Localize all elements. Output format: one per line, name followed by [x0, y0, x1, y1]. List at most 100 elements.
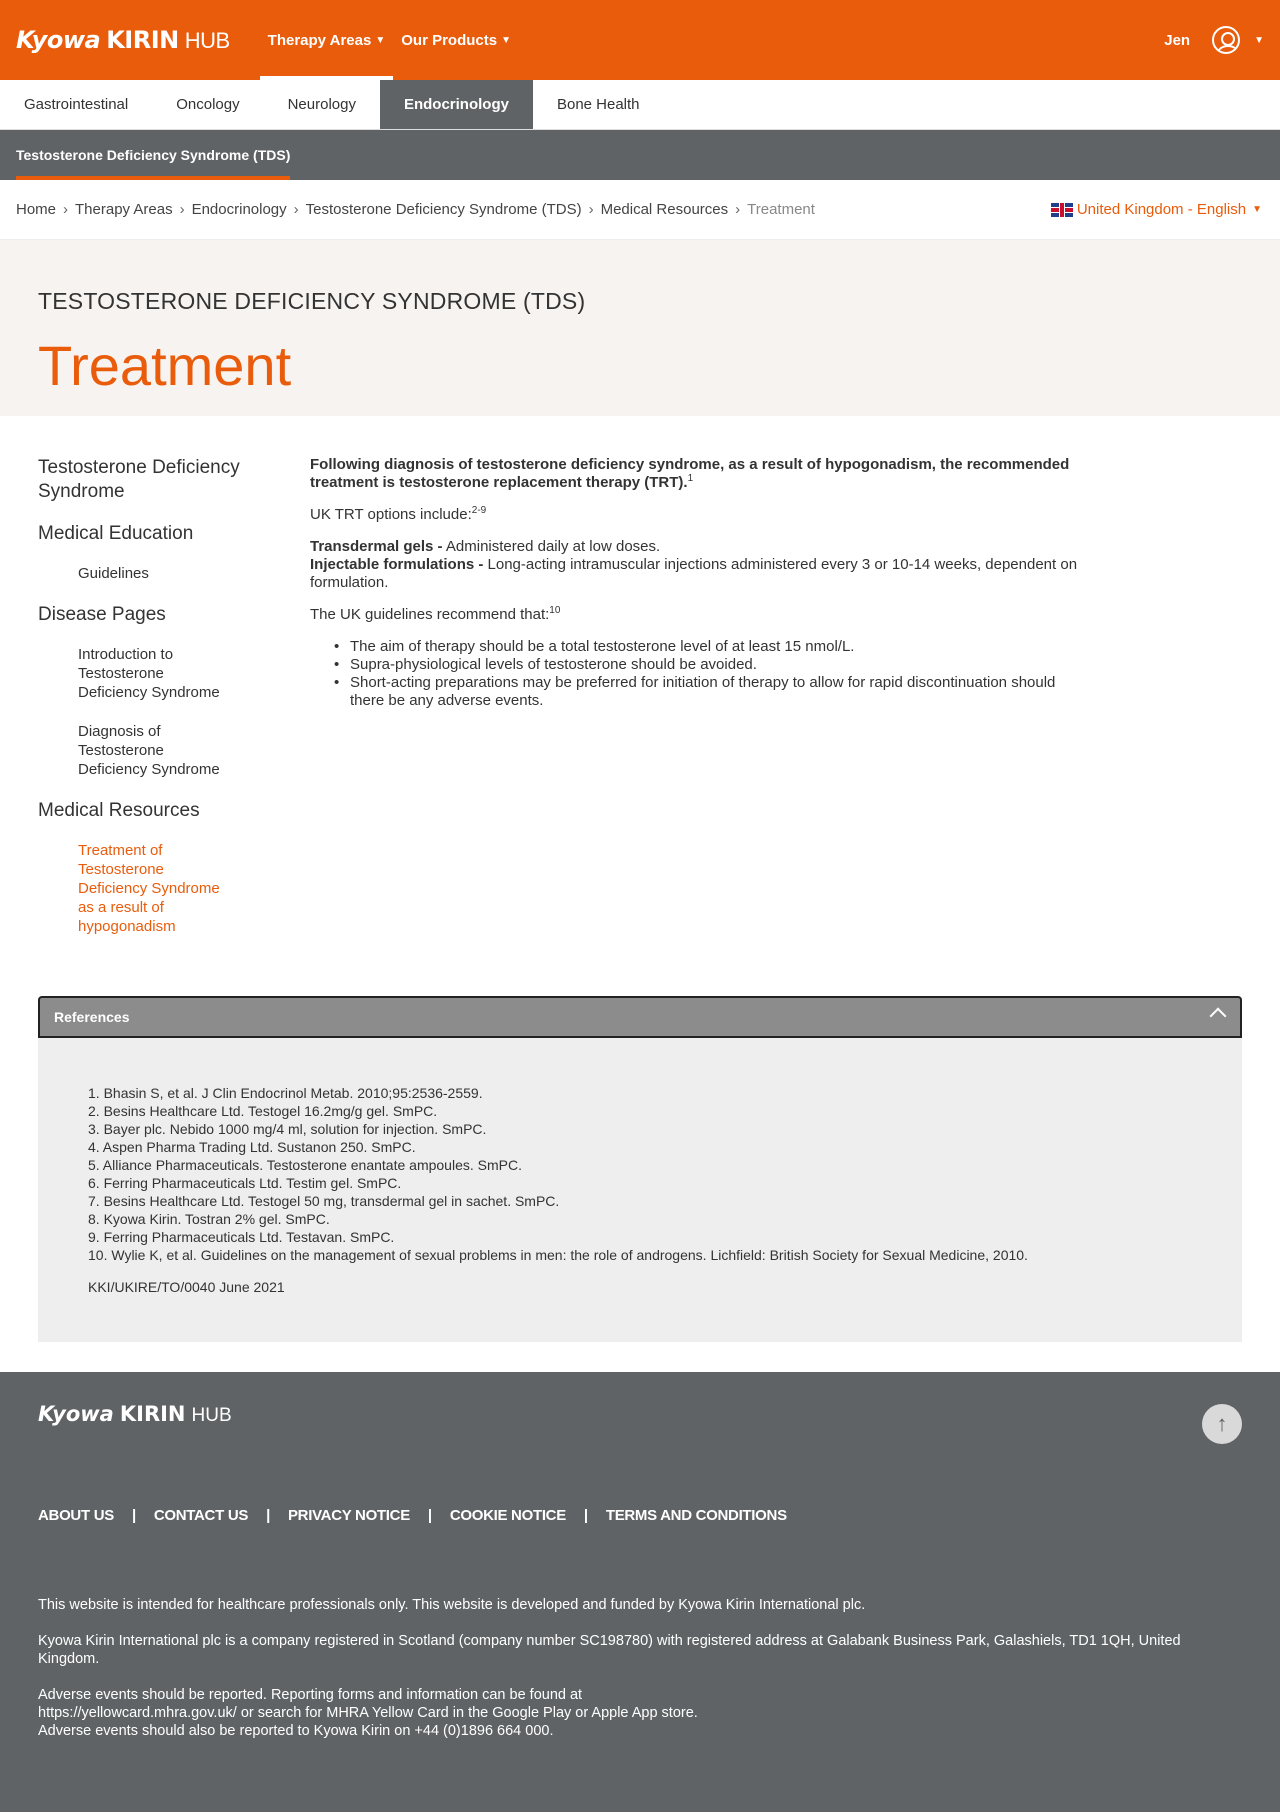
options-list: Transdermal gels - Administered daily at… [310, 538, 1080, 592]
footer-links: ABOUT US | CONTACT US | PRIVACY NOTICE |… [38, 1507, 1242, 1524]
article-body: Following diagnosis of testosterone defi… [310, 456, 1080, 996]
chevron-down-icon: ▼ [1252, 204, 1262, 215]
site-footer: Kyowa KIRIN HUB ↑ ABOUT US | CONTACT US … [0, 1372, 1280, 1812]
intro-paragraph: Following diagnosis of testosterone defi… [310, 456, 1080, 492]
footer-link-terms[interactable]: TERMS AND CONDITIONS [606, 1507, 787, 1524]
footer-link-cookie[interactable]: COOKIE NOTICE [450, 1507, 566, 1524]
reference-item: 2. Besins Healthcare Ltd. Testogel 16.2m… [88, 1103, 438, 1119]
footer-logo-kirin: KIRIN [119, 1402, 186, 1426]
user-account-icon [1212, 26, 1241, 54]
reference-item: 5. Alliance Pharmaceuticals. Testosteron… [88, 1157, 522, 1173]
sidebar-item-guidelines[interactable]: Guidelines [78, 564, 248, 583]
divider: | [266, 1507, 270, 1524]
uk-flag-icon [1050, 202, 1073, 217]
sidebar-item-introduction[interactable]: Introduction to Testosterone Deficiency … [78, 645, 228, 702]
breadcrumb-medical-resources[interactable]: Medical Resources [601, 201, 729, 218]
nav-our-products-label: Our Products [401, 31, 498, 49]
sidebar-item-disease-pages[interactable]: Disease Pages [38, 603, 248, 627]
chevron-up-icon [1209, 1007, 1227, 1025]
chevron-down-icon: ▼ [1254, 34, 1264, 46]
guidelines-ref: 10 [549, 605, 561, 616]
user-name: Jen [1164, 31, 1191, 49]
list-item: The aim of therapy should be a total tes… [334, 638, 1080, 656]
breadcrumb-endocrinology[interactable]: Endocrinology [192, 201, 287, 218]
footer-link-contact[interactable]: CONTACT US [154, 1507, 249, 1524]
subnav-tds[interactable]: Testosterone Deficiency Syndrome (TDS) [16, 130, 291, 180]
tab-oncology[interactable]: Oncology [152, 80, 263, 129]
footer-adverse-events: Adverse events should be reported. Repor… [38, 1686, 1242, 1740]
chevron-right-icon: › [63, 201, 69, 218]
logo-hub: HUB [184, 28, 230, 53]
logo-kyowa: Kyowa [16, 26, 101, 54]
footer-link-privacy[interactable]: PRIVACY NOTICE [288, 1507, 410, 1524]
breadcrumb: Home › Therapy Areas › Endocrinology › T… [16, 201, 815, 218]
main-nav: Therapy Areas ▼ Our Products ▼ [259, 0, 519, 80]
chevron-right-icon: › [179, 201, 185, 218]
nav-therapy-areas-label: Therapy Areas [267, 31, 372, 49]
kyowa-kirin-hub-logo[interactable]: Kyowa KIRIN HUB [16, 26, 230, 54]
breadcrumb-bar: Home › Therapy Areas › Endocrinology › T… [0, 180, 1280, 240]
chevron-right-icon: › [293, 201, 299, 218]
adverse-events-line-2: https://yellowcard.mhra.gov.uk/ or searc… [38, 1705, 698, 1721]
guidelines-paragraph: The UK guidelines recommend that:10 [310, 606, 1080, 624]
footer-link-about[interactable]: ABOUT US [38, 1507, 114, 1524]
sidebar-item-diagnosis[interactable]: Diagnosis of Testosterone Deficiency Syn… [78, 722, 228, 779]
guidelines-list: The aim of therapy should be a total tes… [334, 638, 1080, 710]
therapy-area-tabs: Gastrointestinal Oncology Neurology Endo… [0, 80, 1280, 130]
footer-disclaimer: This website is intended for healthcare … [38, 1597, 866, 1613]
references-list: 1. Bhasin S, et al. J Clin Endocrinol Me… [88, 1084, 1192, 1264]
gels-title: Transdermal gels - [310, 538, 443, 555]
tab-neurology[interactable]: Neurology [264, 80, 380, 129]
reference-item: 7. Besins Healthcare Ltd. Testogel 50 mg… [88, 1193, 560, 1209]
breadcrumb-therapy-areas[interactable]: Therapy Areas [75, 201, 173, 218]
locale-selector[interactable]: United Kingdom - English ▼ [1050, 201, 1262, 218]
reference-item: 4. Aspen Pharma Trading Ltd. Sustanon 25… [88, 1139, 416, 1155]
user-menu[interactable]: Jen ▼ [1164, 0, 1264, 80]
locale-label: United Kingdom - English [1076, 201, 1247, 218]
references-toggle[interactable]: References [38, 996, 1242, 1038]
sub-navigation: Testosterone Deficiency Syndrome (TDS) [0, 130, 1280, 180]
sidebar-item-medical-education[interactable]: Medical Education [38, 522, 248, 546]
back-to-top-button[interactable]: ↑ [1202, 1404, 1242, 1444]
list-item: Short-acting preparations may be preferr… [334, 674, 1080, 710]
gels-text: Administered daily at low doses. [442, 538, 661, 555]
options-ref: 2-9 [471, 505, 487, 516]
divider: | [131, 1507, 136, 1524]
reference-item: 3. Bayer plc. Nebido 1000 mg/4 ml, solut… [88, 1121, 487, 1137]
references-accordion: References 1. Bhasin S, et al. J Clin En… [38, 996, 1242, 1342]
page-hero: TESTOSTERONE DEFICIENCY SYNDROME (TDS) T… [0, 240, 1280, 416]
chevron-down-icon: ▼ [375, 34, 386, 46]
sidebar-item-treatment[interactable]: Treatment of Testosterone Deficiency Syn… [78, 841, 228, 936]
footer-logo[interactable]: Kyowa KIRIN HUB [38, 1402, 1242, 1427]
reference-item: 6. Ferring Pharmaceuticals Ltd. Testim g… [88, 1175, 402, 1191]
sidebar-item-tds[interactable]: Testosterone Deficiency Syndrome [38, 456, 248, 504]
list-item: Supra-physiological levels of testostero… [334, 656, 1080, 674]
options-label: UK TRT options include: [310, 506, 472, 523]
job-code: KKI/UKIRE/TO/0040 June 2021 [88, 1279, 285, 1295]
reference-item: 9. Ferring Pharmaceuticals Ltd. Testavan… [88, 1229, 395, 1245]
top-header: Kyowa KIRIN HUB Therapy Areas ▼ Our Prod… [0, 0, 1280, 80]
tab-endocrinology[interactable]: Endocrinology [379, 80, 533, 129]
page-title: Treatment [38, 334, 292, 397]
footer-company-info: Kyowa Kirin International plc is a compa… [38, 1633, 1181, 1667]
main-content: Testosterone Deficiency Syndrome Medical… [0, 416, 1280, 996]
guidelines-label: The UK guidelines recommend that: [310, 606, 550, 623]
page-kicker: TESTOSTERONE DEFICIENCY SYNDROME (TDS) [38, 288, 586, 314]
reference-item: 10. Wylie K, et al. Guidelines on the ma… [88, 1247, 1028, 1263]
breadcrumb-tds[interactable]: Testosterone Deficiency Syndrome (TDS) [306, 201, 582, 218]
footer-logo-hub: HUB [191, 1405, 232, 1426]
chevron-right-icon: › [588, 201, 594, 218]
nav-therapy-areas[interactable]: Therapy Areas ▼ [259, 0, 394, 80]
sidebar-item-medical-resources[interactable]: Medical Resources [38, 799, 248, 823]
tab-bone-health[interactable]: Bone Health [533, 80, 664, 129]
options-paragraph: UK TRT options include:2-9 [310, 506, 1080, 524]
injectable-title: Injectable formulations - [310, 556, 484, 573]
tab-gastrointestinal[interactable]: Gastrointestinal [0, 80, 152, 129]
adverse-events-line-3: Adverse events should also be reported t… [38, 1723, 554, 1739]
nav-our-products[interactable]: Our Products ▼ [393, 0, 519, 80]
breadcrumb-home[interactable]: Home [16, 201, 56, 218]
reference-item: 8. Kyowa Kirin. Tostran 2% gel. SmPC. [88, 1211, 330, 1227]
logo-kirin: KIRIN [106, 26, 179, 54]
breadcrumb-current: Treatment [747, 201, 815, 218]
footer-logo-kyowa: Kyowa [38, 1402, 114, 1426]
